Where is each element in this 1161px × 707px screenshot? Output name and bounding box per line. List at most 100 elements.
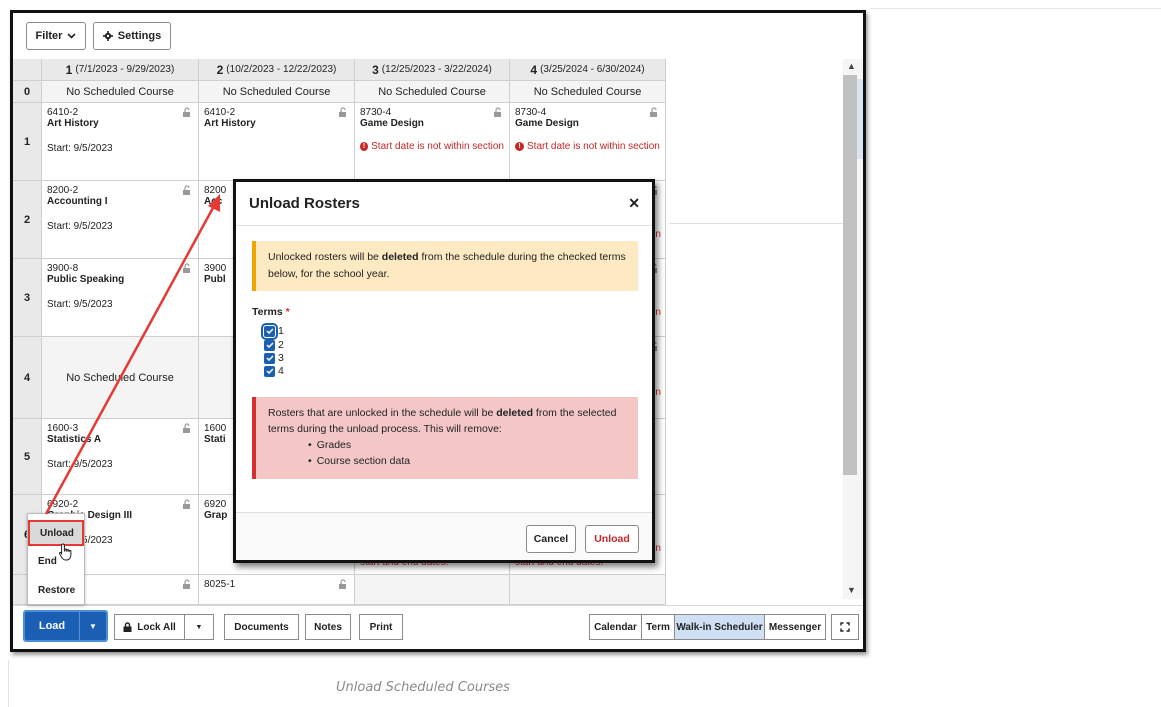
schedule-cell[interactable]: 6410-2 Art History Start: 9/5/2023 (42, 103, 199, 181)
period-number: 4 (13, 337, 42, 419)
load-dropdown-menu: Unload End Restore (27, 513, 85, 605)
checkbox-checked-icon[interactable] (264, 339, 275, 351)
load-dropdown-toggle[interactable]: ▼ (80, 612, 106, 640)
unlock-icon (183, 263, 190, 273)
lock-dropdown-toggle[interactable]: ▼ (184, 614, 214, 640)
checkbox-checked-icon[interactable] (264, 352, 275, 364)
dialog-title-text: Unload Rosters (249, 195, 360, 212)
menu-item-end[interactable]: End (28, 548, 84, 574)
scroll-down-icon[interactable]: ▼ (847, 585, 856, 596)
menu-item-unload[interactable]: Unload (28, 520, 84, 546)
load-split-button: Load ▼ (23, 610, 108, 642)
term-tab[interactable]: Term (641, 614, 675, 640)
scroll-up-icon[interactable]: ▲ (847, 61, 856, 72)
course-name: Game Design (515, 118, 579, 129)
terms-label: Terms * (252, 306, 290, 318)
walkin-scheduler-tab[interactable]: Walk-in Scheduler (674, 614, 765, 640)
course-code: 8025-1 (204, 579, 236, 590)
schedule-cell[interactable]: No Scheduled Course (199, 81, 355, 103)
checkbox-checked-icon[interactable] (261, 322, 278, 340)
unload-rosters-dialog: Unload Rosters ✕ Unlocked rosters will b… (233, 179, 655, 563)
schedule-cell[interactable]: No Scheduled Course (42, 81, 199, 103)
date-warning: ! Start date is not within section (515, 141, 660, 152)
schedule-cell[interactable] (355, 575, 510, 605)
scroll-thumb[interactable] (843, 75, 857, 475)
messenger-tab[interactable]: Messenger (764, 614, 826, 640)
unlock-icon (494, 107, 501, 117)
chevron-down-icon (67, 33, 77, 39)
menu-item-restore[interactable]: Restore (28, 577, 84, 603)
print-button[interactable]: Print (359, 614, 403, 640)
schedule-cell[interactable]: 1600-3 Statistics A Start: 9/5/2023 (42, 419, 199, 495)
calendar-tab[interactable]: Calendar (589, 614, 642, 640)
terms-label-text: Terms (252, 306, 283, 318)
fullscreen-button[interactable] (831, 614, 859, 640)
term-checkbox-label: 1 (278, 325, 284, 337)
schedule-cell[interactable]: 8200-2 Accounting I Start: 9/5/2023 (42, 181, 199, 259)
list-item: Grades (308, 437, 626, 453)
term-num: 3 (372, 62, 379, 77)
settings-button[interactable]: Settings (93, 22, 171, 50)
start-date: Start: 9/5/2023 (47, 143, 113, 154)
documents-button[interactable]: Documents (224, 614, 299, 640)
term-header-1: 1 (7/1/2023 - 9/29/2023) (42, 59, 199, 81)
close-icon[interactable]: ✕ (628, 196, 640, 212)
schedule-cell[interactable] (510, 575, 666, 605)
schedule-cell[interactable]: 8025-1 (199, 575, 355, 605)
term-checkbox-2[interactable]: 2 (264, 339, 284, 351)
cancel-button[interactable]: Cancel (526, 525, 576, 553)
course-name: Art History (47, 118, 99, 129)
term-checkbox-4[interactable]: 4 (264, 365, 284, 377)
term-num: 2 (216, 62, 224, 77)
schedule-cell[interactable]: 3900-8 Public Speaking Start: 9/5/2023 (42, 259, 199, 337)
period-number: 5 (13, 419, 42, 495)
notes-button[interactable]: Notes (305, 614, 351, 640)
unload-button[interactable]: Unload (585, 525, 639, 553)
schedule-cell[interactable]: 8730-4 Game Design ! Start date is not wi… (355, 103, 510, 181)
term-checkbox-3[interactable]: 3 (264, 352, 284, 364)
schedule-cell[interactable]: No Scheduled Course (42, 337, 199, 419)
course-code: 8730-4 (360, 107, 392, 118)
lock-all-button[interactable]: Lock All (114, 614, 185, 640)
start-date: Start: 9/5/2023 (47, 221, 113, 232)
figure-caption: Unload Scheduled Courses (336, 680, 510, 695)
list-item: Course section data (308, 453, 626, 469)
course-name: Public Speaking (47, 274, 125, 285)
schedule-cell[interactable]: No Scheduled Course (510, 81, 666, 103)
gear-icon (102, 31, 113, 41)
divider (870, 8, 1161, 9)
term-range: (3/25/2024 - 6/30/2024) (540, 64, 645, 75)
dialog-title: Unload Rosters (236, 182, 652, 226)
schedule-cell[interactable]: No Scheduled Course (355, 81, 510, 103)
divider (8, 660, 9, 707)
corner-cell (13, 59, 42, 81)
course-name: Statistics A (47, 434, 102, 445)
date-warning: ! Start date is not within section (360, 141, 504, 152)
alert-icon: ! (360, 142, 369, 151)
unlock-icon (183, 185, 190, 195)
term-header-4: 4 (3/25/2024 - 6/30/2024) (510, 59, 666, 81)
term-checkbox-label: 3 (278, 352, 284, 364)
alert-icon: ! (515, 142, 524, 151)
term-num: 1 (65, 62, 73, 77)
checkbox-checked-icon[interactable] (264, 365, 275, 377)
unlock-icon (339, 579, 346, 589)
term-checkbox-label: 4 (278, 365, 284, 377)
filter-button[interactable]: Filter (26, 22, 86, 50)
caret-down-icon: ▼ (195, 623, 203, 631)
scheduler-window: Filter Settings 1 (7/1/2023 - 9/29/2023) … (10, 10, 866, 652)
schedule-cell[interactable]: 6410-2 Art History (199, 103, 355, 181)
schedule-cell[interactable]: 8730-4 Game Design ! Start date is not wi… (510, 103, 666, 181)
period-number: 0 (13, 81, 42, 103)
required-marker: * (285, 306, 290, 318)
course-code: 8200-2 (47, 185, 79, 196)
hand-cursor-icon (58, 543, 72, 561)
course-name: Game Design (360, 118, 424, 129)
term-checkbox-1[interactable]: 1 (261, 322, 284, 340)
period-number: 2 (13, 181, 42, 259)
course-code: 6920-2 (47, 499, 79, 510)
divider (669, 223, 843, 224)
top-toolbar: Filter Settings (13, 13, 863, 59)
load-button[interactable]: Load (25, 612, 80, 640)
term-range: (10/2/2023 - 12/22/2023) (226, 64, 337, 75)
